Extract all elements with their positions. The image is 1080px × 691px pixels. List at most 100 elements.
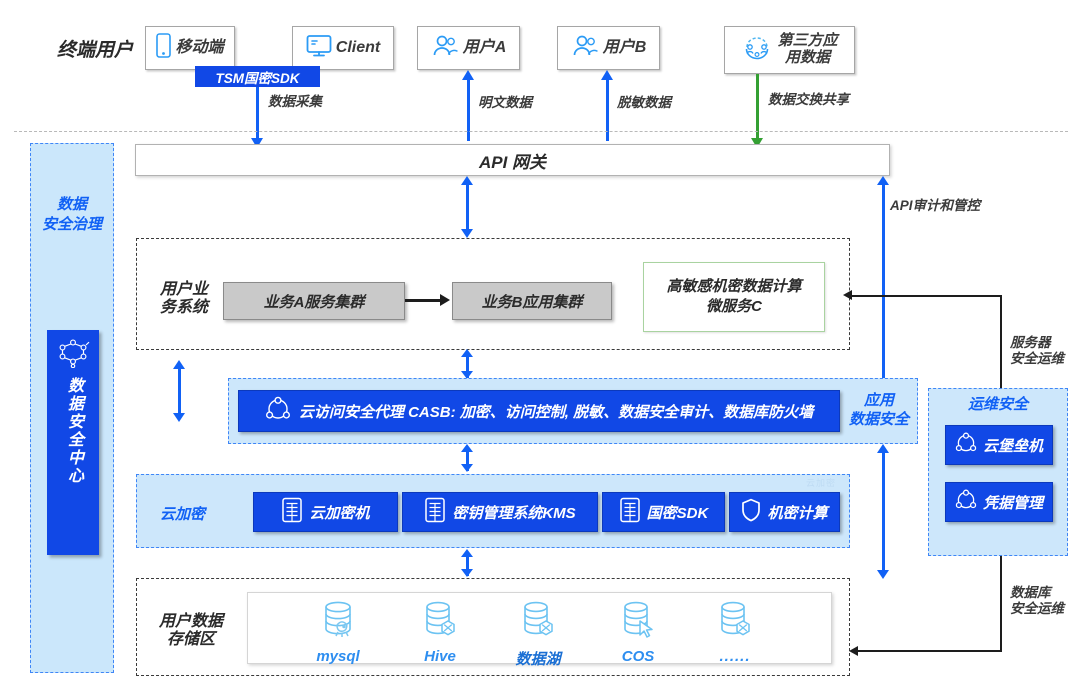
link-arrowhead-up (877, 444, 889, 453)
endpoint-user-a[interactable]: 用户A (417, 26, 520, 70)
endpoint-mobile[interactable]: 移动端 (145, 26, 235, 70)
business-casb-link-line (178, 368, 181, 414)
product-label: 国密SDK (646, 504, 709, 522)
link-arrowhead-up (461, 176, 473, 185)
service-label: 业务B应用集群 (481, 293, 583, 311)
database-more[interactable]: ...... (693, 599, 777, 665)
db-ops-label: 数据库 安全运维 (1010, 585, 1064, 616)
desktop-monitor-icon (306, 34, 332, 63)
users-icon (431, 34, 459, 63)
db-ops-connector-vertical (1000, 556, 1002, 652)
flow-label-masked: 脱敏数据 (617, 95, 671, 110)
database-hex-icon (715, 599, 755, 646)
tsm-sdk-label: TSM国密SDK (215, 70, 300, 86)
product-label: 密钥管理系统KMS (452, 504, 576, 522)
casb-bar[interactable]: 云访问安全代理 CASB: 加密、访问控制, 脱敏、数据安全审计、数据库防火墙 (238, 390, 840, 432)
database-label: COS (621, 648, 655, 665)
database-label: 数据湖 (515, 651, 561, 668)
storage-inner-panel: mysql Hive 数据湖 COS ...... (247, 592, 832, 668)
storage-zone-label: 用户数据 存储区 (158, 613, 223, 649)
database-label: ...... (719, 648, 751, 665)
users-icon (571, 34, 599, 63)
api-audit-label: API审计和管控 (890, 198, 981, 213)
flow-label-plaintext: 明文数据 (478, 95, 532, 110)
product-credential-management[interactable]: 凭据管理 (945, 482, 1053, 522)
endpoint-third-party-data[interactable]: 第三方应 用数据 (724, 26, 855, 74)
link-arrowhead-down (461, 464, 473, 472)
endpoint-label: 用户A (462, 39, 507, 57)
mobile-phone-icon (156, 33, 172, 63)
service-cluster-b[interactable]: 业务B应用集群 (452, 282, 612, 320)
product-confidential-computing[interactable]: 机密计算 (729, 492, 840, 532)
database-cos[interactable]: COS (596, 599, 680, 665)
service-cluster-a[interactable]: 业务A服务集群 (223, 282, 405, 320)
database-hex-icon (518, 599, 558, 646)
db-ops-connector-horizontal (858, 650, 1002, 652)
microservice-label: 高敏感机密数据计算 微服务C (666, 277, 802, 315)
business-system-zone-label: 用户业 务系统 (159, 281, 208, 317)
flow-arrowhead-up (462, 70, 474, 80)
data-security-center-label: 数据安全中心 (65, 377, 82, 485)
link-arrowhead-up (461, 549, 473, 557)
endpoint-label: Client (335, 39, 381, 57)
server-rack-icon (281, 497, 303, 527)
database-datalake[interactable]: 数据湖 (496, 599, 580, 669)
server-ops-connector-arrowhead (843, 290, 852, 300)
link-arrowhead-down (877, 570, 889, 579)
server-ops-connector-vertical (1000, 295, 1002, 390)
flow-line-data-collection (256, 87, 259, 141)
architecture-diagram: 终端用户 移动端 Client 用户A 用户B 第三方应 用数据 TSM国密SD… (0, 0, 1080, 691)
network-node-icon (955, 432, 977, 458)
application-data-security-label: 应用 数据安全 (848, 392, 909, 428)
api-audit-link-line (882, 184, 885, 382)
database-cursor-icon (618, 599, 658, 646)
flow-arrowhead-up (601, 70, 613, 80)
database-hive[interactable]: Hive (398, 599, 482, 665)
cloud-encryption-zone-label: 云加密 (160, 506, 206, 523)
tsm-sdk-badge[interactable]: TSM国密SDK (195, 66, 320, 87)
terminal-user-row-label: 终端用户 (56, 40, 133, 61)
api-gateway-label: API 网关 (478, 152, 547, 172)
encryption-watermark: 云加密 (806, 478, 837, 488)
data-security-center-box[interactable]: 数据安全中心 (47, 330, 99, 555)
link-arrowhead-up (461, 349, 473, 357)
governance-title: 数据 安全治理 (41, 196, 102, 233)
product-kms[interactable]: 密钥管理系统KMS (402, 492, 598, 532)
endpoint-client[interactable]: Client (292, 26, 394, 70)
endpoint-label: 用户B (602, 39, 647, 57)
endpoint-user-b[interactable]: 用户B (557, 26, 660, 70)
flow-label-data-collection: 数据采集 (268, 94, 322, 109)
product-sm-sdk[interactable]: 国密SDK (602, 492, 725, 532)
server-rack-icon (424, 497, 446, 527)
flow-label-data-exchange: 数据交换共享 (768, 92, 849, 107)
casb-bar-label: 云访问安全代理 CASB: 加密、访问控制, 脱敏、数据安全审计、数据库防火墙 (298, 403, 814, 421)
database-label: Hive (424, 648, 456, 665)
confidential-microservice-c[interactable]: 高敏感机密数据计算 微服务C (643, 262, 825, 332)
link-arrowhead-up (877, 176, 889, 185)
link-arrowhead-down (173, 413, 185, 422)
link-arrowhead-down (461, 569, 473, 577)
product-cloud-bastion[interactable]: 云堡垒机 (945, 425, 1053, 465)
endpoint-label: 第三方应 用数据 (777, 32, 838, 66)
ops-security-zone-label: 运维安全 (967, 396, 1028, 413)
third-party-share-icon (741, 34, 773, 67)
boundary-divider (14, 131, 1068, 132)
molecule-network-icon (56, 338, 90, 373)
api-gateway-box[interactable]: API 网关 (135, 144, 890, 176)
server-ops-connector-horizontal (850, 295, 1002, 297)
network-node-icon (955, 489, 977, 515)
link-arrowhead-up (173, 360, 185, 369)
gateway-business-link-line (466, 184, 469, 230)
database-label: mysql (316, 648, 360, 665)
database-mysql[interactable]: mysql (296, 599, 380, 665)
server-ops-label: 服务器 安全运维 (1010, 335, 1064, 366)
shield-icon (741, 498, 761, 526)
endpoint-label: 移动端 (175, 39, 224, 57)
db-ops-connector-arrowhead (849, 646, 858, 656)
casb-storage-link-line (882, 452, 885, 572)
service-a-to-b-line (405, 299, 441, 302)
product-cloud-hsm[interactable]: 云加密机 (253, 492, 398, 532)
product-label: 机密计算 (767, 504, 828, 522)
database-hex-icon (420, 599, 460, 646)
link-arrowhead-down (461, 229, 473, 238)
